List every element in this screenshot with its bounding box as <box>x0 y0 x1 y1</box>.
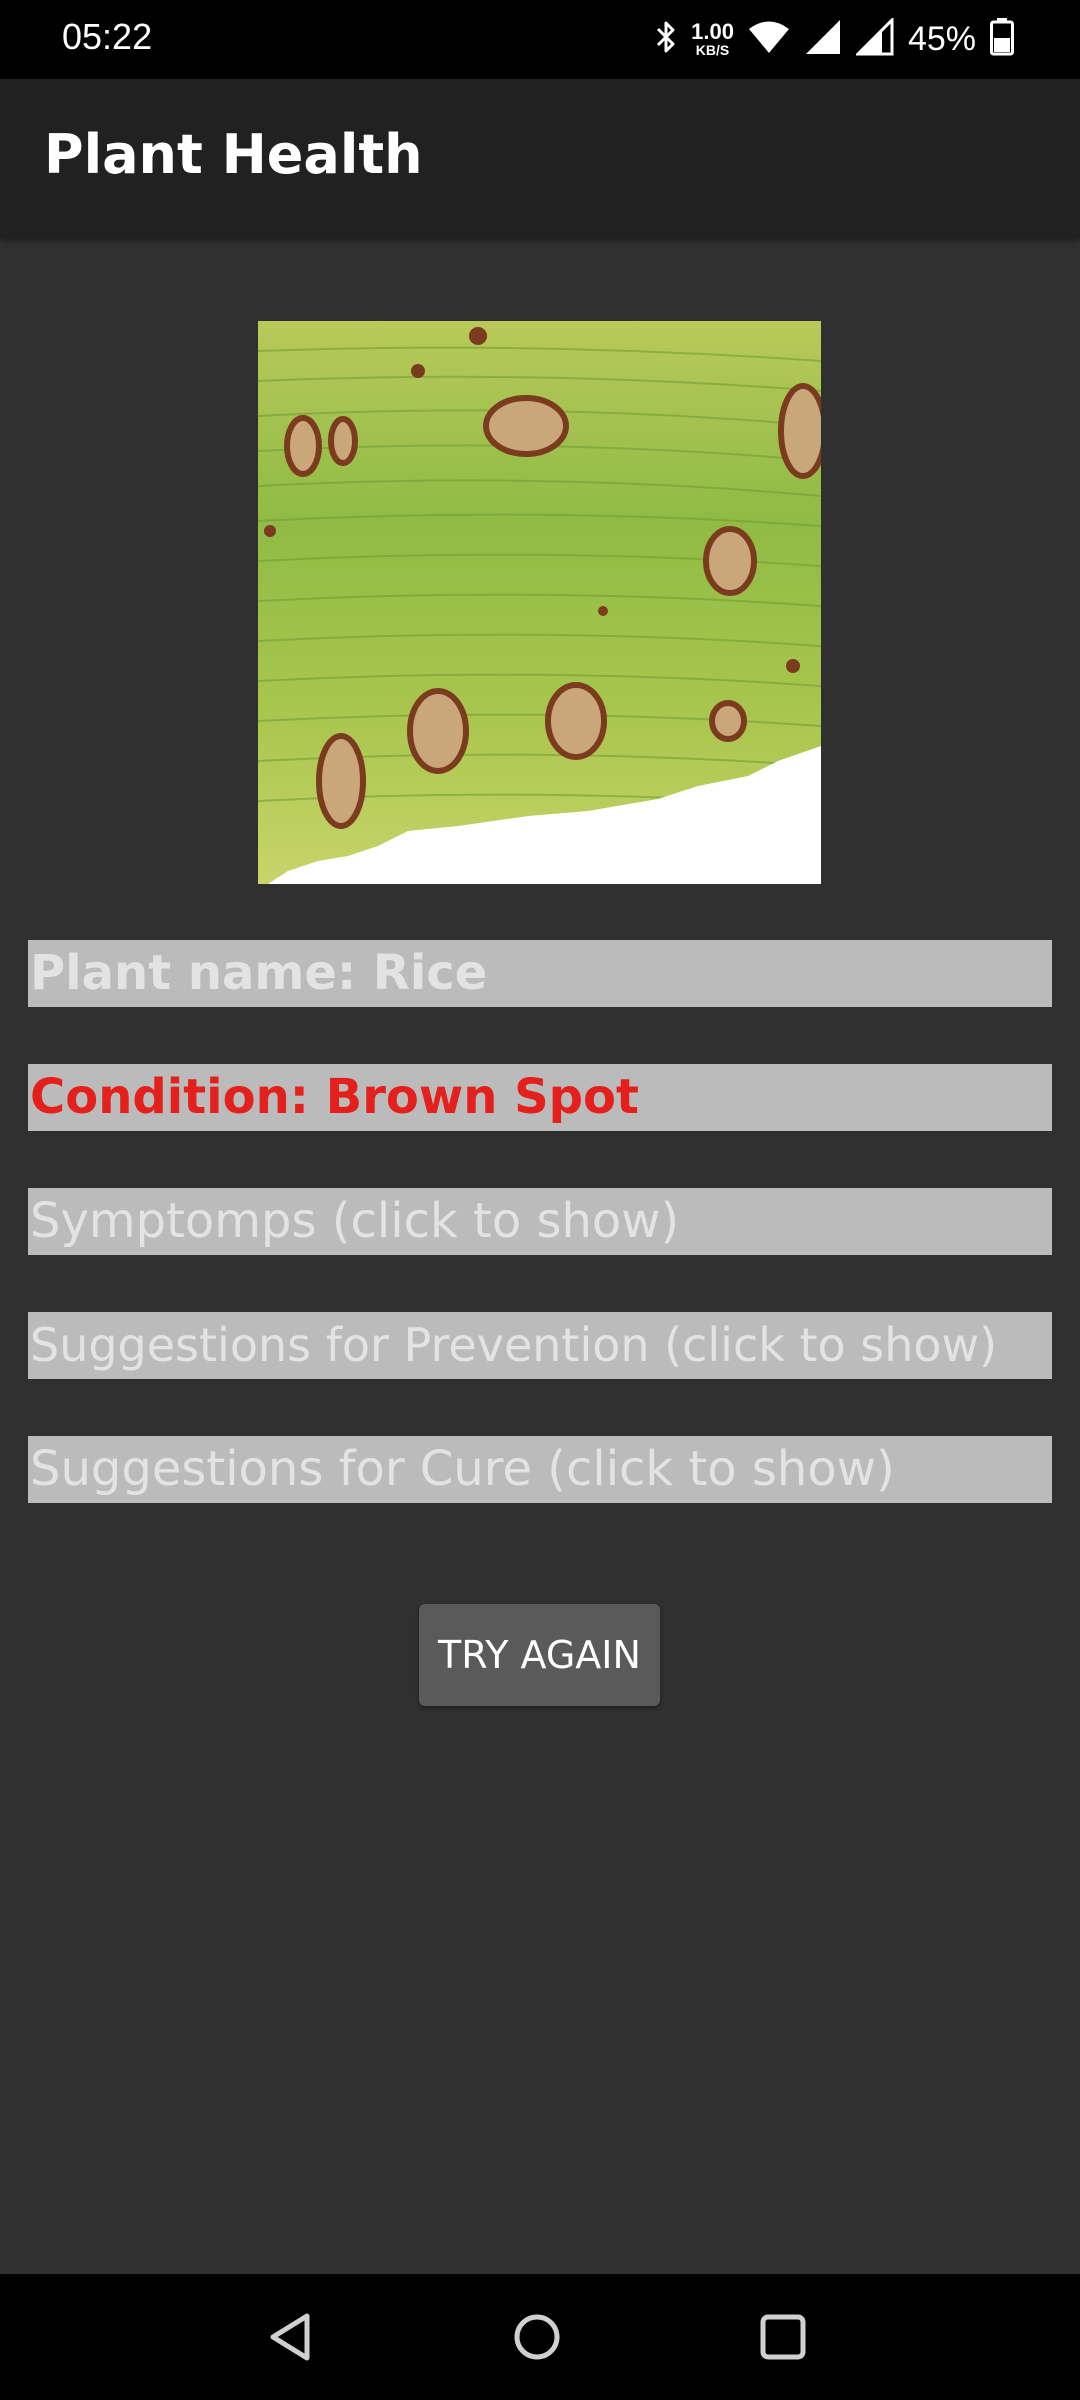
signal-icon <box>854 16 894 60</box>
home-icon[interactable] <box>504 2304 570 2370</box>
bluetooth-icon <box>655 19 677 59</box>
condition-label: Condition: Brown Spot <box>28 1064 1052 1131</box>
status-icons: 1.00 KB/S 45% <box>655 14 1014 64</box>
battery-percentage: 45% <box>907 19 976 58</box>
plant-leaf-image <box>258 321 821 884</box>
back-icon[interactable] <box>259 2304 325 2370</box>
wifi-icon <box>748 20 790 58</box>
plant-name-label: Plant name: Rice <box>28 940 1052 1007</box>
network-speed-unit: KB/S <box>695 42 730 58</box>
status-time: 05:22 <box>62 16 153 57</box>
battery-icon <box>990 18 1014 60</box>
signal-icon <box>804 18 842 60</box>
app-bar: Plant Health <box>0 79 1080 238</box>
try-again-button[interactable]: TRY AGAIN <box>419 1604 660 1706</box>
network-speed: 1.00 KB/S <box>691 19 734 58</box>
symptoms-toggle[interactable]: Symptomps (click to show) <box>28 1188 1052 1255</box>
app-title: Plant Health <box>44 123 423 186</box>
prevention-toggle[interactable]: Suggestions for Prevention (click to sho… <box>28 1312 1052 1379</box>
network-speed-value: 1.00 <box>691 19 734 44</box>
cure-toggle[interactable]: Suggestions for Cure (click to show) <box>28 1436 1052 1503</box>
navigation-bar <box>0 2274 1080 2400</box>
status-bar: 05:22 1.00 KB/S 45% <box>0 0 1080 79</box>
recents-icon[interactable] <box>750 2304 816 2370</box>
